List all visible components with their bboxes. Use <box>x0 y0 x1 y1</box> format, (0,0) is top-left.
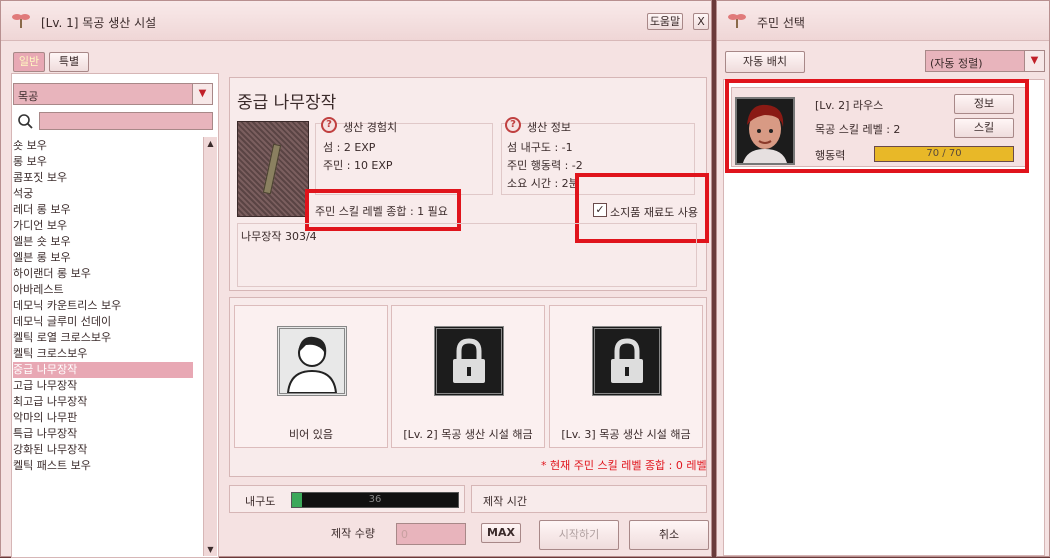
help-button[interactable]: 도움말 <box>647 13 683 30</box>
question-icon[interactable]: ? <box>321 117 337 133</box>
recipe-list-item[interactable]: 데모닉 글루미 선데이 <box>13 314 193 330</box>
sort-select-value: (자동 정렬) <box>930 57 983 70</box>
item-image <box>237 121 309 217</box>
start-button[interactable]: 시작하기 <box>539 520 619 550</box>
sprout-icon <box>12 14 30 28</box>
recipe-list-item[interactable]: 데모닉 카운트리스 보우 <box>13 298 193 314</box>
recipe-scrollbar[interactable]: ▲ ▼ <box>203 137 217 556</box>
resident-slot-3[interactable]: [Lv. 3] 목공 생산 시설 해금 <box>549 305 703 448</box>
exp-resident: 주민 : 10 EXP <box>323 159 393 172</box>
person-silhouette-icon <box>277 326 347 396</box>
slot-caption: [Lv. 2] 목공 생산 시설 해금 <box>403 428 533 441</box>
window-titlebar[interactable]: [Lv. 1] 목공 생산 시설 도움말 X <box>1 1 711 41</box>
craft-time-label: 제작 시간 <box>483 495 527 508</box>
question-icon[interactable]: ? <box>505 117 521 133</box>
quantity-value: 0 <box>401 528 408 541</box>
material-text: 나무장작 303/4 <box>241 230 317 243</box>
recipe-list-item[interactable]: 하이랜더 롱 보우 <box>13 266 193 282</box>
recipe-list-item[interactable]: 엘븐 숏 보우 <box>13 234 193 250</box>
tab-general[interactable]: 일반 <box>13 52 45 72</box>
sort-select[interactable]: (자동 정렬) ▼ <box>925 50 1045 72</box>
window-titlebar[interactable]: 주민 선택 <box>717 1 1049 41</box>
chevron-down-icon: ▼ <box>1024 51 1044 71</box>
sprout-icon <box>728 14 746 28</box>
exp-header: 생산 경험치 <box>343 121 398 134</box>
recipe-list-item[interactable]: 가디언 보우 <box>13 218 193 234</box>
recipe-list-item[interactable]: 강화된 나무장작 <box>13 442 193 458</box>
window-title: [Lv. 1] 목공 생산 시설 <box>41 16 157 30</box>
scroll-down-icon[interactable]: ▼ <box>204 543 217 556</box>
search-input[interactable] <box>39 112 213 130</box>
info-action: 주민 행동력 : -2 <box>507 159 583 172</box>
lock-icon <box>434 326 504 396</box>
recipe-list-item[interactable]: 켈틱 로열 크로스보우 <box>13 330 193 346</box>
current-skill-note: * 현재 주민 스킬 레벨 종합 : 0 레벨 <box>541 459 707 472</box>
category-select[interactable]: 목공 ▼ <box>13 83 213 105</box>
info-durability: 섬 내구도 : -1 <box>507 141 573 154</box>
quantity-label: 제작 수량 <box>331 527 375 540</box>
close-button[interactable]: X <box>693 13 709 30</box>
resident-slot-2[interactable]: [Lv. 2] 목공 생산 시설 해금 <box>391 305 545 448</box>
recipe-list-item[interactable]: 고급 나무장작 <box>13 378 193 394</box>
recipe-list-item[interactable]: 특급 나무장작 <box>13 426 193 442</box>
chevron-down-icon: ▼ <box>192 84 212 104</box>
recipe-list-item[interactable]: 중급 나무장작 <box>13 362 193 378</box>
cancel-button[interactable]: 취소 <box>629 520 709 550</box>
exp-island: 섬 : 2 EXP <box>323 141 376 154</box>
resident-window: 주민 선택 자동 배치 (자동 정렬) ▼ [Lv. 2] 라우스 목공 스킬 … <box>716 0 1050 557</box>
recipe-list-item[interactable]: 레더 롱 보우 <box>13 202 193 218</box>
slot-caption: 비어 있음 <box>289 428 333 441</box>
durability-value: 36 <box>368 494 382 505</box>
recipe-list-item[interactable]: 아바레스트 <box>13 282 193 298</box>
info-header: 생산 정보 <box>527 121 571 134</box>
recipe-list-item[interactable]: 석궁 <box>13 186 193 202</box>
item-title: 중급 나무장작 <box>237 93 337 113</box>
recipe-list-item[interactable]: 롱 보우 <box>13 154 193 170</box>
scroll-up-icon[interactable]: ▲ <box>204 137 217 150</box>
category-select-value: 목공 <box>18 90 39 103</box>
tab-special[interactable]: 특별 <box>49 52 89 72</box>
search-icon <box>17 113 33 129</box>
highlight-resident-card <box>725 79 1029 173</box>
recipe-list-item[interactable]: 콤포짓 보우 <box>13 170 193 186</box>
recipe-list-item[interactable]: 숏 보우 <box>13 138 193 154</box>
durability-bar: 36 <box>291 492 459 508</box>
auto-assign-button[interactable]: 자동 배치 <box>725 51 805 73</box>
recipe-list-item[interactable]: 엘븐 롱 보우 <box>13 250 193 266</box>
durability-label: 내구도 <box>245 495 276 508</box>
recipe-list-item[interactable]: 악마의 나무판 <box>13 410 193 426</box>
recipe-list-item[interactable]: 켈틱 패스트 보우 <box>13 458 193 474</box>
wood-plank-icon <box>262 143 282 195</box>
info-time: 소요 시간 : 2분 <box>507 177 579 190</box>
production-window: [Lv. 1] 목공 생산 시설 도움말 X 일반 특별 목공 ▼ ▲ ▼ 중급… <box>0 0 712 558</box>
max-button[interactable]: MAX <box>481 523 521 543</box>
resident-slot-1[interactable]: 비어 있음 <box>234 305 388 448</box>
quantity-input[interactable]: 0 <box>396 523 466 545</box>
lock-icon <box>592 326 662 396</box>
recipe-list-item[interactable]: 최고급 나무장작 <box>13 394 193 410</box>
window-title: 주민 선택 <box>757 16 805 30</box>
recipe-list-item[interactable]: 켈틱 크로스보우 <box>13 346 193 362</box>
slot-caption: [Lv. 3] 목공 생산 시설 해금 <box>561 428 691 441</box>
